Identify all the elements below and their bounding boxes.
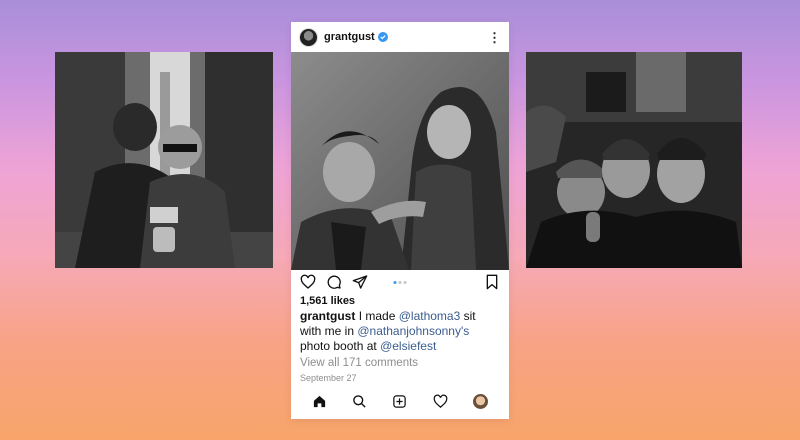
caption-mention-lathoma3[interactable]: @lathoma3: [399, 309, 461, 323]
carousel-dot: [403, 280, 407, 284]
caption-text: photo booth at: [300, 339, 377, 353]
comment-icon[interactable]: [326, 274, 342, 290]
post-actions-bar: [291, 270, 509, 294]
carousel-dot-active: [393, 280, 397, 284]
post-author-username[interactable]: grantgust: [324, 31, 375, 43]
caption-username[interactable]: grantgust: [300, 309, 355, 323]
photo-couple-street: [55, 52, 273, 268]
activity-heart-icon[interactable]: [433, 394, 448, 409]
more-options-icon[interactable]: ⋮: [488, 31, 501, 44]
post-caption: grantgust I made @lathoma3 sit with me i…: [291, 307, 509, 354]
new-post-icon[interactable]: [392, 394, 407, 409]
view-comments-link[interactable]: View all 171 comments: [291, 354, 509, 369]
caption-text: I made: [358, 309, 396, 323]
carousel-indicator: [393, 280, 407, 284]
send-icon[interactable]: [352, 274, 368, 290]
home-icon[interactable]: [312, 394, 327, 409]
heart-icon[interactable]: [300, 274, 316, 290]
post-header: grantgust ⋮: [291, 22, 509, 52]
verified-badge-icon: [377, 32, 388, 42]
post-photo[interactable]: [291, 52, 509, 270]
photo-group-selfie: [526, 52, 742, 268]
likes-count[interactable]: 1,561 likes: [291, 294, 509, 307]
carousel-dot: [398, 280, 402, 284]
caption-mention-elsiefest[interactable]: @elsiefest: [380, 339, 436, 353]
post-date: September 27: [300, 373, 357, 383]
search-icon[interactable]: [352, 394, 367, 409]
bottom-navigation: [291, 383, 509, 419]
instagram-post-card: grantgust ⋮ 1,561 likes grantgust I made…: [291, 22, 509, 419]
caption-mention-nathanjohnsonny[interactable]: @nathanjohnsonny's: [357, 324, 469, 338]
author-avatar[interactable]: [299, 27, 318, 47]
profile-avatar[interactable]: [473, 393, 489, 409]
bookmark-icon[interactable]: [484, 274, 500, 290]
